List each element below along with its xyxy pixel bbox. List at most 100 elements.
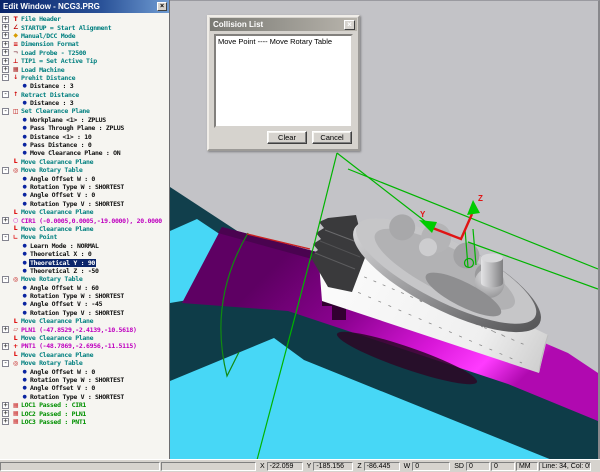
expand-icon[interactable]: + [2,402,9,409]
tree-item-label[interactable]: Distance : 3 [29,99,74,107]
collapse-icon[interactable]: - [2,91,9,98]
tree-item-label[interactable]: File Header [20,15,62,23]
expand-icon[interactable]: + [2,32,9,39]
expand-icon[interactable]: + [2,66,9,73]
expand-icon[interactable]: + [2,418,9,425]
collapse-icon[interactable]: - [2,276,9,283]
tree-row[interactable]: Angle Offset W : 60 [0,284,169,292]
tree-row[interactable]: - Set Clearance Plane [0,107,169,115]
tree-row[interactable]: Move Clearance Plane [0,225,169,233]
tree-item-label[interactable]: Distance <1> : 10 [29,133,92,141]
collapse-icon[interactable]: - [2,360,9,367]
collapse-icon[interactable]: - [2,167,9,174]
tree-item-label[interactable]: Theoretical Z : -50 [29,267,100,275]
close-icon[interactable]: × [344,20,355,30]
tree-item-label[interactable]: Rotation Type V : SHORTEST [29,309,125,317]
tree-item-label[interactable]: Load Machine [20,66,65,74]
tree-item-label[interactable]: Theoretical X : 0 [29,250,92,258]
tree-item-label[interactable]: Theoretical Y : 90 [29,259,96,267]
tree-item-label[interactable]: LOC3 Passed : PNT1 [20,418,87,426]
tree-item-label[interactable]: Move Clearance Plane [20,334,94,342]
tree-row[interactable]: + LOC1 Passed : CIR1 [0,401,169,409]
tree-item-label[interactable]: STARTUP = Start Alignment [20,24,112,32]
tree-item-label[interactable]: LOC1 Passed : CIR1 [20,401,87,409]
collapse-icon[interactable]: - [2,234,9,241]
tree-row[interactable]: - Move Point [0,233,169,241]
dialog-titlebar[interactable]: Collision List × [210,18,357,31]
expand-icon[interactable]: + [2,41,9,48]
tree-row[interactable]: Move Clearance Plane [0,317,169,325]
expand-icon[interactable]: + [2,16,9,23]
tree-item-label[interactable]: Rotation Type W : SHORTEST [29,183,125,191]
tree-row[interactable]: Angle Offset V : -45 [0,300,169,308]
tree-row[interactable]: + PLN1 (-47.8529,-2.4139,-10.5618) [0,325,169,333]
tree-item-label[interactable]: Angle Offset W : 0 [29,368,96,376]
tree-row[interactable]: Rotation Type W : SHORTEST [0,376,169,384]
tree-item-label[interactable]: Dimension Format [20,40,80,48]
tree-item-label[interactable]: Set Clearance Plane [20,107,91,115]
tree-item-label[interactable]: Move Rotary Table [20,359,83,367]
expand-icon[interactable]: + [2,58,9,65]
collision-list-item[interactable]: Move Point ---- Move Rotary Table [216,36,351,47]
tree-row[interactable]: Move Clearance Plane [0,351,169,359]
command-tree[interactable]: +File Header+STARTUP = Start Alignment+M… [0,13,169,459]
tree-item-label[interactable]: Rotation Type W : SHORTEST [29,292,125,300]
tree-item-label[interactable]: Move Rotary Table [20,275,83,283]
tree-row[interactable]: +Load Probe - T2500 [0,49,169,57]
tree-row[interactable]: - Move Rotary Table [0,359,169,367]
tree-item-label[interactable]: Move Clearance Plane [20,208,94,216]
tree-row[interactable]: Workplane <1> : ZPLUS [0,116,169,124]
tree-item-label[interactable]: Prehit Distance [20,74,76,82]
tree-item-label[interactable]: Rotation Type V : SHORTEST [29,200,125,208]
tree-item-label[interactable]: Pass Distance : 0 [29,141,92,149]
tree-item-label[interactable]: LOC2 Passed : PLN1 [20,410,87,418]
tree-row[interactable]: + Dimension Format [0,40,169,48]
tree-row[interactable]: + LOC3 Passed : PNT1 [0,418,169,426]
tree-item-label[interactable]: Learn Mode : NORMAL [29,242,100,250]
tree-row[interactable]: Angle Offset W : 0 [0,367,169,375]
tree-row[interactable]: Angle Offset V : 0 [0,191,169,199]
tree-item-label[interactable]: PNT1 (-48.7869,-2.6956,-11.5115) [20,342,138,350]
tree-item-label[interactable]: Angle Offset V : 0 [29,191,96,199]
tree-item-label[interactable]: Move Clearance Plane : ON [29,149,121,157]
tree-row[interactable]: Distance : 3 [0,82,169,90]
tree-item-label[interactable]: Angle Offset W : 0 [29,175,96,183]
tree-row[interactable]: Rotation Type V : SHORTEST [0,200,169,208]
tree-item-label[interactable]: Rotation Type V : SHORTEST [29,393,125,401]
tree-item-label[interactable]: PLN1 (-47.8529,-2.4139,-10.5618) [20,326,138,334]
collapse-icon[interactable]: - [2,108,9,115]
tree-item-label[interactable]: Distance : 3 [29,82,74,90]
expand-icon[interactable]: + [2,49,9,56]
tree-row[interactable]: Rotation Type W : SHORTEST [0,183,169,191]
clear-button[interactable]: Clear [267,131,307,144]
tree-item-label[interactable]: Move Rotary Table [20,166,83,174]
tree-item-label[interactable]: Move Clearance Plane [20,317,94,325]
tree-row[interactable]: Distance : 3 [0,99,169,107]
tree-item-label[interactable]: Rotation Type W : SHORTEST [29,376,125,384]
tree-row[interactable]: Pass Distance : 0 [0,141,169,149]
tree-row[interactable]: Learn Mode : NORMAL [0,242,169,250]
tree-item-label[interactable]: Manual/DCC Mode [20,32,76,40]
tree-row[interactable]: +STARTUP = Start Alignment [0,23,169,31]
tree-row[interactable]: Move Clearance Plane [0,208,169,216]
tree-item-label[interactable]: Move Point [20,233,58,241]
tree-row[interactable]: Theoretical Y : 90 [0,258,169,266]
expand-icon[interactable]: + [2,343,9,350]
tree-row[interactable]: Theoretical X : 0 [0,250,169,258]
tree-row[interactable]: -Retract Distance [0,91,169,99]
tree-row[interactable]: +LOC2 Passed : PLN1 [0,409,169,417]
expand-icon[interactable]: + [2,326,9,333]
tree-row[interactable]: - Move Rotary Table [0,166,169,174]
tree-row[interactable]: Rotation Type W : SHORTEST [0,292,169,300]
tree-row[interactable]: Angle Offset V : 0 [0,384,169,392]
collapse-icon[interactable]: - [2,74,9,81]
tree-row[interactable]: Theoretical Z : -50 [0,267,169,275]
tree-row[interactable]: Move Clearance Plane [0,334,169,342]
tree-item-label[interactable]: Angle Offset W : 60 [29,284,100,292]
tree-row[interactable]: Move Clearance Plane [0,158,169,166]
tree-row[interactable]: +TIP1 = Set Active Tip [0,57,169,65]
tree-item-label[interactable]: Pass Through Plane : ZPLUS [29,124,125,132]
collision-list[interactable]: Move Point ---- Move Rotary Table [214,34,353,128]
tree-row[interactable]: - Move Rotary Table [0,275,169,283]
expand-icon[interactable]: + [2,217,9,224]
